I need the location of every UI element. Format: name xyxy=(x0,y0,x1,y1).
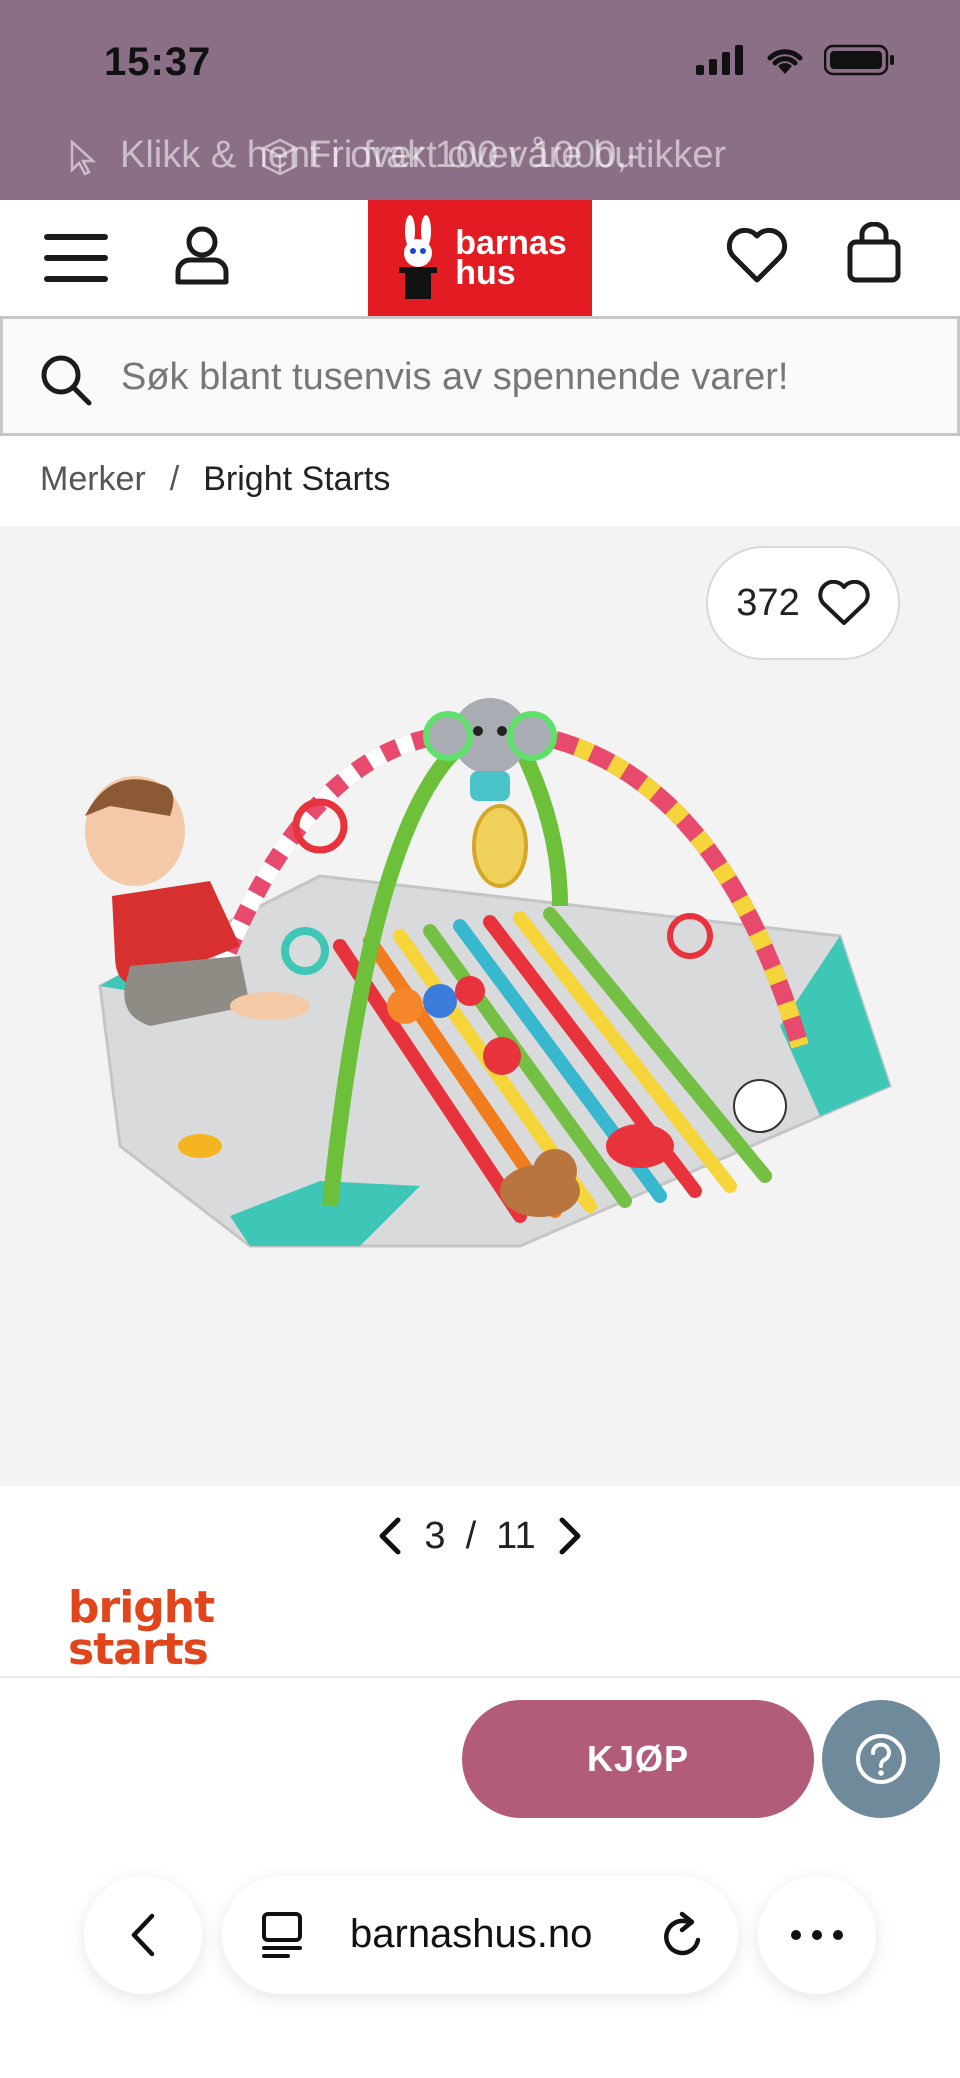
divider xyxy=(0,1676,960,1678)
cart-icon[interactable] xyxy=(846,222,902,284)
breadcrumb: Merker / Bright Starts xyxy=(40,460,390,499)
address-bar[interactable]: barnashus.no xyxy=(222,1876,738,1994)
chevron-right-icon xyxy=(559,1517,581,1555)
more-options-button[interactable] xyxy=(758,1876,876,1994)
url-text: barnashus.no xyxy=(350,1912,593,1956)
ellipsis-icon xyxy=(791,1930,843,1940)
help-button[interactable] xyxy=(822,1700,940,1818)
package-icon xyxy=(262,138,298,176)
breadcrumb-current: Bright Starts xyxy=(203,460,391,498)
site-logo[interactable]: barnas hus xyxy=(368,200,592,316)
battery-icon xyxy=(824,44,894,76)
search-bar xyxy=(0,316,960,436)
heart-icon xyxy=(818,580,870,625)
pager-separator: / xyxy=(465,1514,477,1557)
next-image-button[interactable] xyxy=(556,1516,584,1556)
product-image xyxy=(85,698,892,1248)
previous-image-button[interactable] xyxy=(376,1516,404,1556)
menu-line xyxy=(44,276,108,282)
promo-ticker[interactable]: Klikk & hent i over 100 våre butikker Fr… xyxy=(0,134,960,186)
chevron-left-icon xyxy=(379,1517,401,1555)
cursor-icon xyxy=(70,140,97,176)
logo-wordmark: barnas hus xyxy=(455,226,567,292)
status-icons xyxy=(696,44,896,76)
browser-toolbar: barnashus.no xyxy=(0,1840,960,2078)
buy-button[interactable]: KJØP xyxy=(462,1700,814,1818)
pager-current: 3 xyxy=(424,1514,446,1557)
wifi-icon xyxy=(767,49,803,74)
status-time: 15:37 xyxy=(104,40,212,84)
tabs-icon xyxy=(262,1912,302,1958)
chevron-left-icon xyxy=(131,1913,155,1957)
brand-logo[interactable]: bright starts xyxy=(68,1582,228,1675)
breadcrumb-separator: / xyxy=(169,460,180,498)
breadcrumb-link-merker[interactable]: Merker xyxy=(40,460,146,499)
question-icon xyxy=(856,1734,906,1784)
signal-icon xyxy=(696,45,743,75)
bunny-hat-icon xyxy=(399,215,438,299)
account-icon[interactable] xyxy=(172,224,232,288)
search-icon[interactable] xyxy=(39,353,93,407)
image-pager: 3 / 11 xyxy=(0,1486,960,1586)
status-bar: 15:37 Klikk & hent i over 100 våre butik… xyxy=(0,0,960,200)
brand-logo-line-2: starts xyxy=(68,1624,209,1675)
search-input[interactable] xyxy=(121,349,921,405)
wishlist-count-button[interactable]: 372 xyxy=(706,546,900,660)
wishlist-icon[interactable] xyxy=(726,226,788,284)
promo-text-shipping: Fri frakt over 1000,- xyxy=(308,134,640,176)
logo-line-hus: hus xyxy=(455,254,516,292)
menu-line xyxy=(44,255,108,261)
menu-button[interactable] xyxy=(44,234,108,282)
wishlist-count: 372 xyxy=(736,581,800,624)
menu-line xyxy=(44,234,108,240)
product-gallery[interactable]: 372 xyxy=(0,526,960,1486)
browser-back-button[interactable] xyxy=(84,1876,202,1994)
pager-total: 11 xyxy=(496,1514,536,1557)
reload-icon[interactable] xyxy=(660,1910,706,1960)
